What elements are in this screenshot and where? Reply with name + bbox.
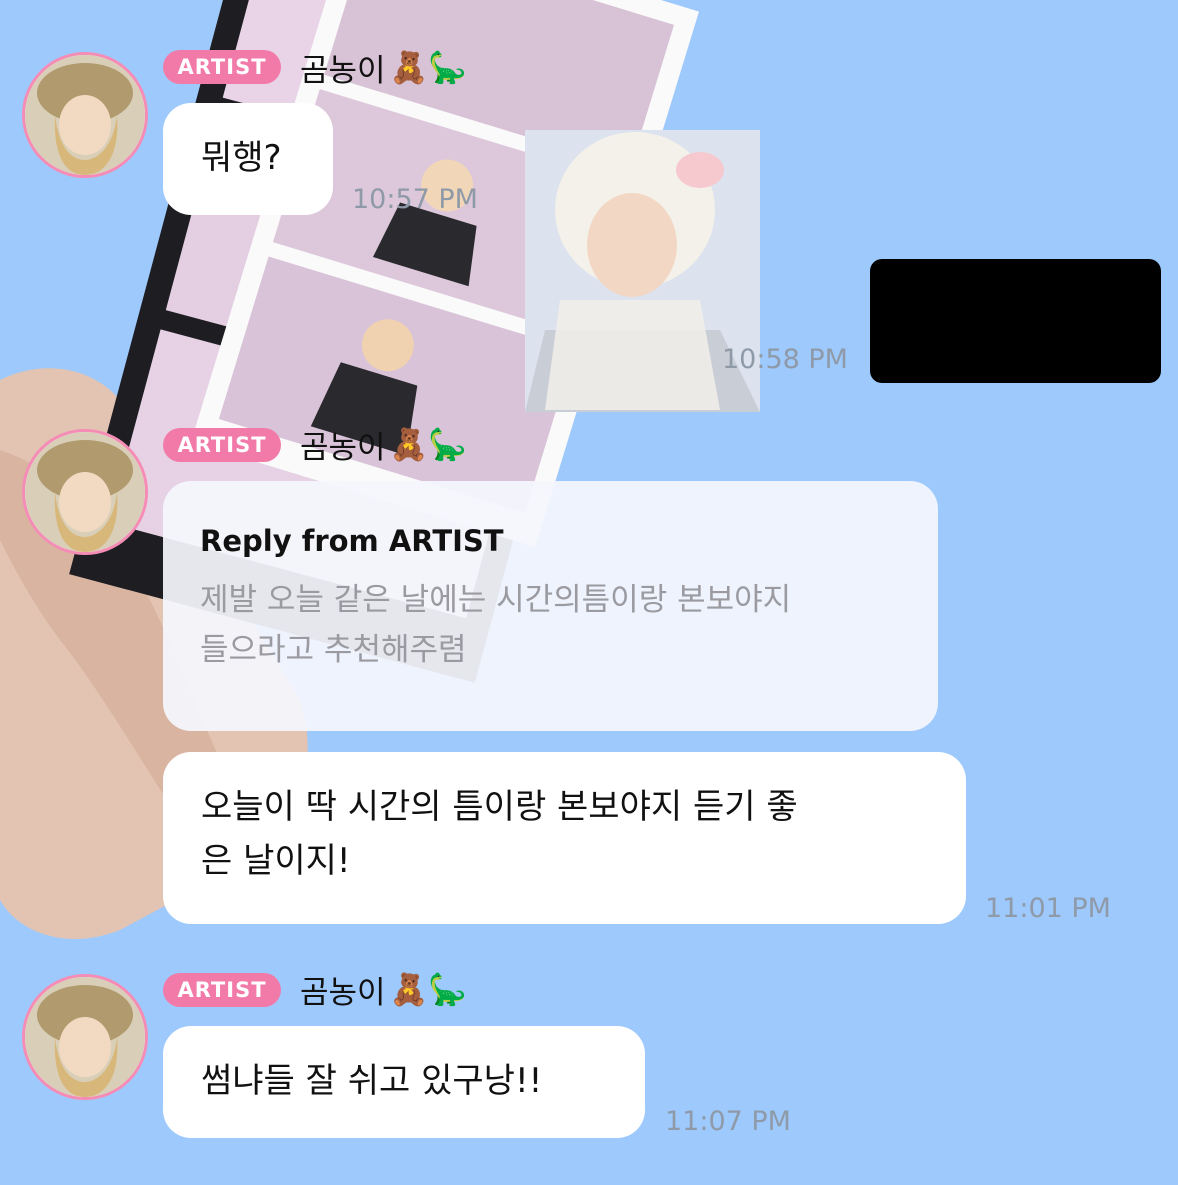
reply-title: Reply from ARTIST — [200, 524, 504, 558]
message-timestamp: 10:57 PM — [352, 184, 478, 215]
message-bubble[interactable]: 뭐행? — [163, 103, 333, 215]
reply-quoted-text: 제발 오늘 같은 날에는 시간의틈이랑 본보야지 들으라고 추천해주렴 — [200, 575, 902, 675]
teddy-dino-emoji-icon: 🧸🦕 — [389, 971, 467, 1008]
chat-screen: ARTIST 곰농이 🧸🦕 뭐행? 10:57 PM 10:58 PM ARTI… — [0, 0, 1178, 1185]
teddy-dino-emoji-icon: 🧸🦕 — [389, 49, 467, 86]
teddy-dino-emoji-icon: 🧸🦕 — [389, 426, 467, 463]
artist-badge: ARTIST — [163, 973, 281, 1007]
sender-name: 곰농이 🧸🦕 — [300, 47, 467, 89]
reply-quote-bubble[interactable]: Reply from ARTIST 제발 오늘 같은 날에는 시간의틈이랑 본보… — [163, 481, 938, 731]
message-timestamp: 10:58 PM — [722, 344, 848, 375]
message-text: 썸냐들 잘 쉬고 있구낭!! — [201, 1061, 543, 1101]
message-text-line: 오늘이 딱 시간의 틈이랑 본보야지 듣기 좋 — [201, 787, 798, 827]
message-text-line: 은 날이지! — [201, 841, 351, 881]
redacted-outgoing-message — [870, 259, 1161, 383]
message-bubble[interactable]: 썸냐들 잘 쉬고 있구낭!! — [163, 1026, 645, 1138]
sender-name-text: 곰농이 — [300, 974, 386, 1011]
message-timestamp: 11:07 PM — [665, 1106, 791, 1137]
reply-quoted-line: 들으라고 추천해주렴 — [200, 632, 467, 668]
reply-quoted-line: 제발 오늘 같은 날에는 시간의틈이랑 본보야지 — [200, 582, 792, 618]
sender-name-text: 곰농이 — [300, 52, 386, 89]
artist-avatar[interactable] — [22, 52, 148, 178]
artist-avatar[interactable] — [22, 429, 148, 555]
message-text: 뭐행? — [201, 138, 282, 178]
sender-name: 곰농이 🧸🦕 — [300, 424, 467, 466]
artist-badge: ARTIST — [163, 428, 281, 462]
sender-name-text: 곰농이 — [300, 429, 386, 466]
artist-badge: ARTIST — [163, 50, 281, 84]
artist-avatar[interactable] — [22, 974, 148, 1100]
message-timestamp: 11:01 PM — [985, 893, 1111, 924]
sender-name: 곰농이 🧸🦕 — [300, 969, 467, 1011]
message-bubble[interactable]: 오늘이 딱 시간의 틈이랑 본보야지 듣기 좋 은 날이지! — [163, 752, 966, 924]
